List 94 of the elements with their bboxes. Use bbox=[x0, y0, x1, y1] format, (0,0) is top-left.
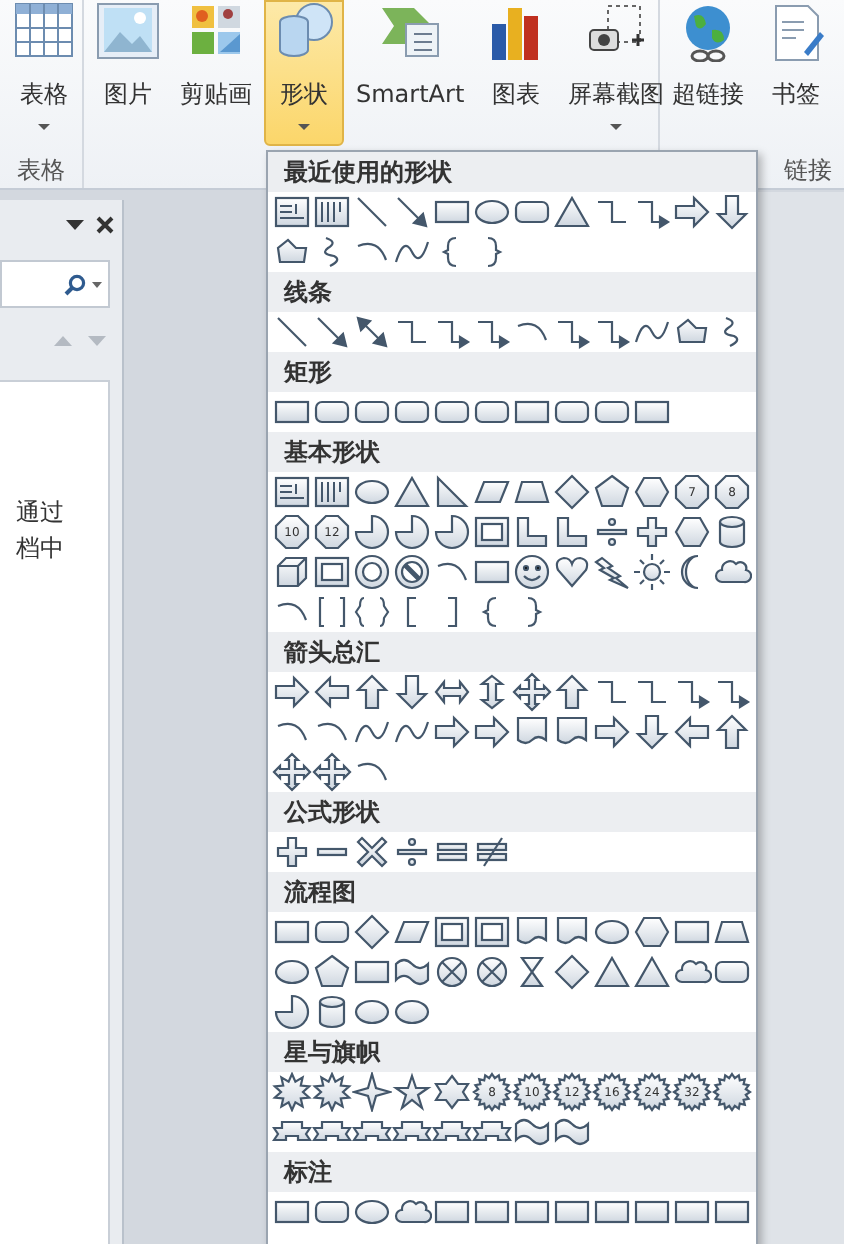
section-heading: 星与旗帜 bbox=[268, 1032, 756, 1072]
right-arrow-icon[interactable] bbox=[432, 712, 472, 752]
clip-art-button[interactable]: 剪贴画 bbox=[172, 0, 260, 146]
pane-text: 档中 bbox=[16, 532, 66, 566]
heart-icon[interactable] bbox=[552, 552, 592, 592]
sun-icon[interactable] bbox=[632, 552, 672, 592]
caret-icon bbox=[92, 281, 102, 287]
l-shape-icon[interactable] bbox=[552, 512, 592, 552]
arrow-line-icon[interactable] bbox=[392, 192, 432, 232]
arrow-line-icon[interactable] bbox=[312, 312, 352, 352]
pie-icon[interactable] bbox=[392, 512, 432, 552]
section-heading: 公式形状 bbox=[268, 792, 756, 832]
right-arrow-icon[interactable] bbox=[592, 712, 632, 752]
search-icon bbox=[64, 273, 86, 295]
section-heading: 矩形 bbox=[268, 352, 756, 392]
close-icon bbox=[96, 215, 114, 233]
left-arrow-icon[interactable] bbox=[672, 712, 712, 752]
table-button[interactable]: 表格 bbox=[4, 0, 84, 146]
line-icon[interactable] bbox=[352, 192, 392, 232]
section-heading: 基本形状 bbox=[268, 432, 756, 472]
pane-options-button[interactable] bbox=[66, 219, 84, 229]
double-brace-icon[interactable] bbox=[352, 592, 392, 632]
dropdown-caret-icon bbox=[66, 219, 84, 229]
vertical-text-box-icon[interactable] bbox=[312, 472, 352, 512]
summing-junction-icon[interactable] bbox=[432, 952, 472, 992]
triangle-icon[interactable] bbox=[552, 192, 592, 232]
down-arrow-icon[interactable] bbox=[712, 192, 752, 232]
group-label: 表格 bbox=[15, 154, 67, 188]
section-heading: 最近使用的形状 bbox=[268, 152, 756, 192]
seal-icon[interactable] bbox=[712, 1072, 752, 1112]
line-icon[interactable] bbox=[272, 312, 312, 352]
picture-button[interactable]: 图片 bbox=[88, 0, 168, 146]
plus-icon[interactable] bbox=[272, 832, 312, 872]
right-arrow-icon[interactable] bbox=[472, 712, 512, 752]
down-arrow-icon[interactable] bbox=[632, 712, 672, 752]
summing-junction-icon[interactable] bbox=[472, 952, 512, 992]
left-arrow-icon[interactable] bbox=[312, 672, 352, 712]
section-heading: 标注 bbox=[268, 1152, 756, 1192]
down-arrow-icon[interactable] bbox=[392, 672, 432, 712]
double-arrow-line-icon[interactable] bbox=[352, 312, 392, 352]
smiley-icon[interactable] bbox=[512, 552, 552, 592]
right-arrow-icon[interactable] bbox=[272, 672, 312, 712]
group-label: 链接 bbox=[782, 154, 834, 188]
right-arrow-icon[interactable] bbox=[672, 192, 712, 232]
table-icon bbox=[12, 2, 76, 62]
frame-icon[interactable] bbox=[472, 912, 512, 952]
triangle-icon[interactable] bbox=[632, 952, 672, 992]
no-symbol-icon[interactable] bbox=[392, 552, 432, 592]
multiply-icon[interactable] bbox=[352, 832, 392, 872]
triangle-icon[interactable] bbox=[592, 952, 632, 992]
four-point-star-icon[interactable] bbox=[352, 1072, 392, 1112]
bar-chart-button[interactable]: 图表 bbox=[476, 0, 557, 146]
up-arrow-icon[interactable] bbox=[712, 712, 752, 752]
text-box-icon[interactable] bbox=[272, 472, 312, 512]
smartart-button[interactable]: SmartArt bbox=[348, 0, 473, 146]
bookmark-document-button[interactable]: 书签 bbox=[756, 0, 836, 146]
cube-icon[interactable] bbox=[272, 552, 312, 592]
frame-icon[interactable] bbox=[472, 512, 512, 552]
pie-icon[interactable] bbox=[432, 512, 472, 552]
pie-icon[interactable] bbox=[352, 512, 392, 552]
division-icon[interactable] bbox=[592, 512, 632, 552]
frame-icon[interactable] bbox=[432, 912, 472, 952]
vertical-text-box-icon[interactable] bbox=[312, 192, 352, 232]
donut-icon[interactable] bbox=[352, 552, 392, 592]
pentagon-icon[interactable] bbox=[312, 952, 352, 992]
section-heading: 流程图 bbox=[268, 872, 756, 912]
cross-arrow-icon[interactable] bbox=[272, 752, 312, 792]
section-heading: 线条 bbox=[268, 272, 756, 312]
lightning-bolt-icon[interactable] bbox=[592, 552, 632, 592]
frame-icon[interactable] bbox=[312, 552, 352, 592]
six-point-star-icon[interactable] bbox=[432, 1072, 472, 1112]
pie-icon[interactable] bbox=[272, 992, 312, 1032]
picture-icon bbox=[96, 2, 160, 62]
plus-icon[interactable] bbox=[632, 512, 672, 552]
pane-text: 通过 bbox=[16, 496, 66, 530]
diamond-icon[interactable] bbox=[552, 952, 592, 992]
explosion-icon[interactable] bbox=[272, 1072, 312, 1112]
section-heading: 箭头总汇 bbox=[268, 632, 756, 672]
explosion-icon[interactable] bbox=[312, 1072, 352, 1112]
division-icon[interactable] bbox=[392, 832, 432, 872]
cross-arrow-icon[interactable] bbox=[512, 672, 552, 712]
triangle-icon[interactable] bbox=[392, 472, 432, 512]
l-shape-icon[interactable] bbox=[512, 512, 552, 552]
five-point-star-icon[interactable] bbox=[392, 1072, 432, 1112]
cross-arrow-icon[interactable] bbox=[312, 752, 352, 792]
close-button[interactable] bbox=[96, 215, 114, 233]
smartart-icon bbox=[378, 2, 443, 62]
text-box-icon[interactable] bbox=[272, 192, 312, 232]
shapes-button[interactable]: 形状 bbox=[264, 0, 344, 146]
up-arrow-icon[interactable] bbox=[352, 672, 392, 712]
search-field[interactable] bbox=[0, 260, 110, 308]
up-arrow-icon[interactable] bbox=[552, 672, 592, 712]
right-triangle-icon[interactable] bbox=[432, 472, 472, 512]
not-equal-icon[interactable] bbox=[472, 832, 512, 872]
